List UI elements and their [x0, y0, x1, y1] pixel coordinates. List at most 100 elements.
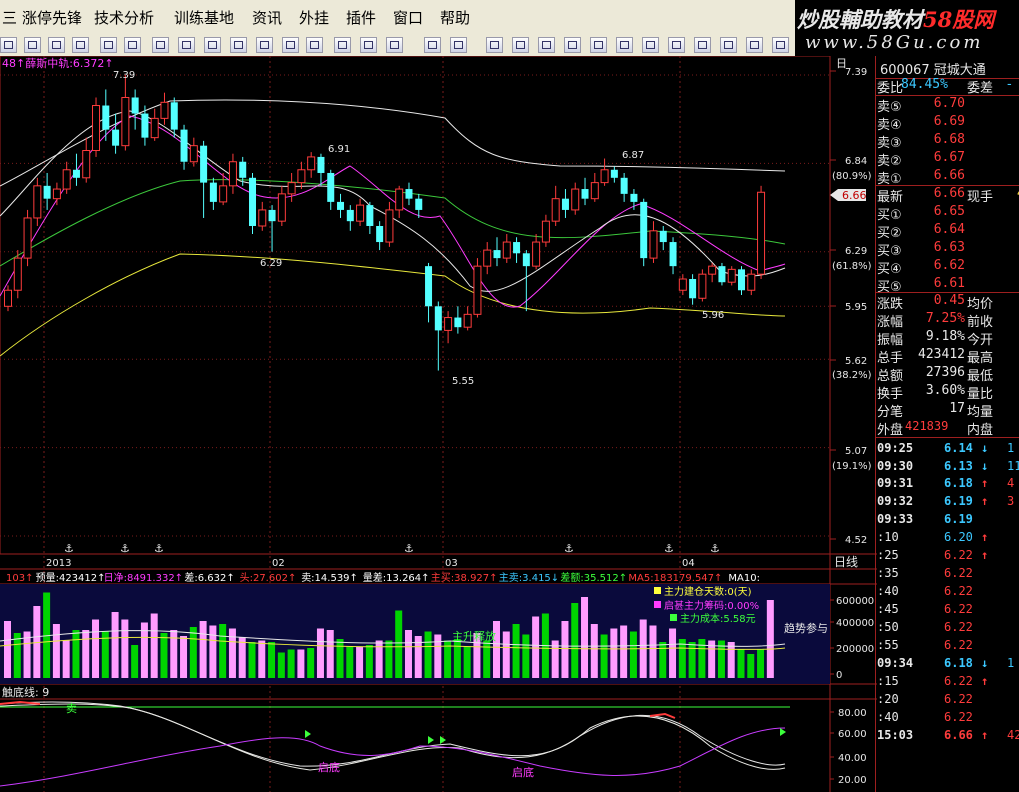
menu-tech-analysis[interactable]: 技术分析 — [94, 7, 154, 28]
volume-bar — [170, 630, 178, 678]
volume-bar — [659, 642, 667, 678]
candle — [727, 266, 736, 286]
toolbar-button-10[interactable] — [230, 37, 247, 53]
toolbar-button-7[interactable] — [152, 37, 169, 53]
toolbar-button-18[interactable] — [450, 37, 467, 53]
toolbar-button-30[interactable] — [772, 37, 789, 53]
menu-limit-up[interactable]: 涨停先锋 — [22, 7, 82, 28]
toolbar-button-25[interactable] — [642, 37, 659, 53]
toolbar-button-24[interactable] — [616, 37, 633, 53]
tick-trade-row: 09:33 6.19 — [877, 512, 973, 526]
toolbar-button-6[interactable] — [124, 37, 141, 53]
toolbar-button-23[interactable] — [590, 37, 607, 53]
stock-code-name[interactable]: 600067 冠城大通 — [880, 59, 986, 78]
tick-trade-row: 09:30 6.13 ↓ 11 — [877, 459, 1019, 473]
price-axis-tick: (38.2%) — [832, 370, 872, 381]
volume-indicator-value: 103↑ — [6, 573, 33, 584]
volume-bar — [502, 631, 510, 678]
volume-bar — [287, 649, 295, 678]
toolbar-button-1[interactable] — [0, 37, 17, 53]
toolbar-button-3[interactable] — [48, 37, 65, 53]
period-label[interactable]: 日线 — [834, 555, 858, 569]
volume-bar — [72, 630, 80, 678]
date-axis-label: 2013 — [46, 558, 71, 569]
event-marker-icon[interactable]: ⚓ — [120, 542, 130, 555]
volume-bar — [248, 642, 256, 678]
price-axis-tick: 4.52 — [845, 535, 867, 546]
volume-bar — [581, 597, 589, 678]
trend-annotation: 趋势参与 — [784, 621, 828, 635]
toolbar-button-27[interactable] — [694, 37, 711, 53]
kline-chart-area[interactable]: 7.39 6.91 6.87 6.29 5.55 5.96 7.39 6.84 (80.9%)… — [0, 56, 877, 792]
menu-main[interactable]: 三 — [2, 7, 17, 28]
bid-level-row[interactable]: 买① 6.65 — [877, 204, 1019, 223]
ask-level-row[interactable]: 卖④ 6.69 — [877, 114, 1019, 133]
ask-level-row[interactable]: 卖③ 6.68 — [877, 132, 1019, 151]
bid-level-row[interactable]: 买④ 6.62 — [877, 258, 1019, 277]
tick-trade-row: :10 6.20 ↑ — [877, 530, 989, 544]
tick-trade-row: :35 6.22 — [877, 566, 973, 580]
toolbar-button-19[interactable] — [486, 37, 503, 53]
volume-bar — [669, 628, 677, 678]
volume-bar — [375, 640, 383, 678]
volume-bar — [336, 639, 344, 678]
volume-bar — [346, 646, 354, 678]
candle — [92, 97, 101, 157]
toolbar-button-20[interactable] — [512, 37, 529, 53]
toolbar-button-2[interactable] — [24, 37, 41, 53]
menu-addons[interactable]: 插件 — [346, 7, 376, 28]
toolbar-button-29[interactable] — [746, 37, 763, 53]
date-axis-label: 03 — [445, 558, 458, 569]
menu-training[interactable]: 训练基地 — [174, 7, 234, 28]
menu-window[interactable]: 窗口 — [393, 7, 423, 28]
price-axis-tick: (80.9%) — [832, 171, 872, 182]
latest-price-row: 最新6.66现手4 — [877, 186, 1019, 205]
toolbar-button-16[interactable] — [386, 37, 403, 53]
toolbar-button-28[interactable] — [720, 37, 737, 53]
toolbar-button-4[interactable] — [72, 37, 89, 53]
ask-level-row[interactable]: 卖⑤ 6.70 — [877, 96, 1019, 115]
event-marker-icon[interactable]: ⚓ — [710, 542, 720, 555]
volume-bar — [13, 633, 21, 678]
toolbar-button-26[interactable] — [668, 37, 685, 53]
event-marker-icon[interactable]: ⚓ — [154, 542, 164, 555]
ask-level-row[interactable]: 卖② 6.67 — [877, 150, 1019, 169]
toolbar-button-15[interactable] — [360, 37, 377, 53]
volume-indicator-value: 卖:14.539↑ — [301, 572, 358, 584]
bid-level-row[interactable]: 买② 6.64 — [877, 222, 1019, 241]
event-marker-icon[interactable]: ⚓ — [664, 542, 674, 555]
bid-level-row[interactable]: 买③ 6.63 — [877, 240, 1019, 259]
volume-bar — [238, 637, 246, 678]
event-marker-icon[interactable]: ⚓ — [64, 542, 74, 555]
volume-indicator-value: 日净:8491.332↑ — [104, 571, 183, 584]
ask-level-row[interactable]: 卖① 6.66 — [877, 168, 1019, 187]
volume-bar — [131, 645, 139, 678]
toolbar-button-8[interactable] — [178, 37, 195, 53]
volume-bar — [277, 652, 285, 678]
menu-news[interactable]: 资讯 — [252, 7, 282, 28]
volume-bar — [180, 636, 188, 678]
toolbar-button-12[interactable] — [282, 37, 299, 53]
toolbar-button-22[interactable] — [564, 37, 581, 53]
volume-bar — [678, 639, 686, 678]
watermark-banner: 炒股輔助教材58股网 www.58Gu.com — [795, 0, 1019, 56]
volume-bar — [62, 640, 70, 678]
volume-bar — [404, 630, 412, 678]
toolbar-button-5[interactable] — [100, 37, 117, 53]
weibi-row: 委比 84.45% 委差 - — [877, 77, 1012, 96]
menu-plugin-ext[interactable]: 外挂 — [299, 7, 329, 28]
toolbar-button-21[interactable] — [538, 37, 555, 53]
toolbar-button-17[interactable] — [424, 37, 441, 53]
toolbar-button-11[interactable] — [256, 37, 273, 53]
volume-bar — [297, 649, 305, 678]
menu-help[interactable]: 帮助 — [440, 7, 470, 28]
tick-trade-row: 09:25 6.14 ↓ 1 — [877, 441, 1015, 455]
event-marker-icon[interactable]: ⚓ — [404, 542, 414, 555]
watermark-url: www.58Gu.com — [805, 32, 984, 53]
toolbar-button-14[interactable] — [334, 37, 351, 53]
volume-indicator-value: 主买:38.927↑ — [431, 572, 498, 584]
quote-stat-row: 涨跌 0.45 均价 — [877, 293, 994, 312]
toolbar-button-13[interactable] — [306, 37, 323, 53]
toolbar-button-9[interactable] — [204, 37, 221, 53]
event-marker-icon[interactable]: ⚓ — [564, 542, 574, 555]
